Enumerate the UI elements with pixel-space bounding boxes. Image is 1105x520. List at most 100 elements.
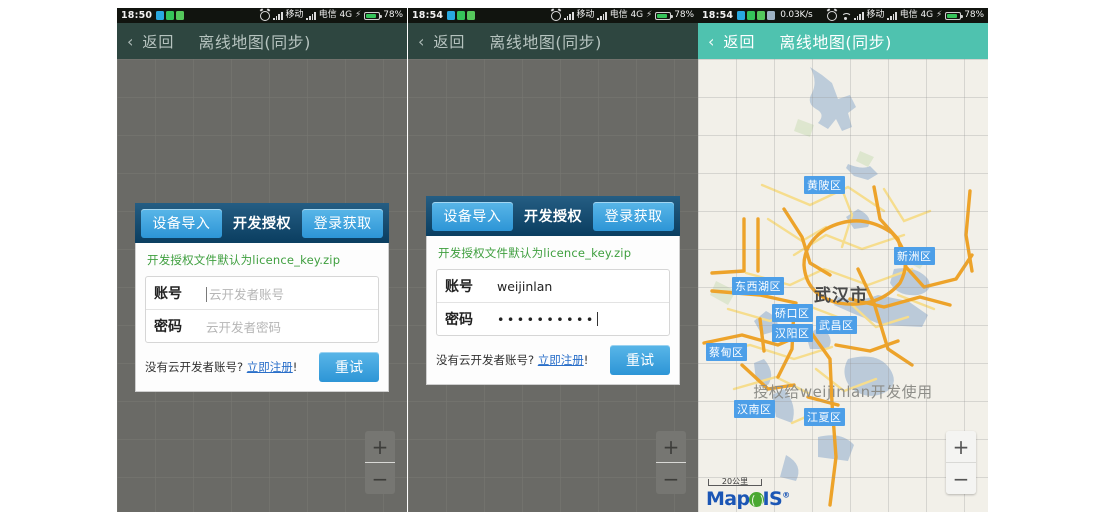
tab-login-fetch[interactable]: 登录获取	[593, 202, 675, 231]
dialog-body: 开发授权文件默认为licence_key.zip 账号 weijinlan 密码…	[426, 236, 680, 385]
app-header: ‹ 返回 离线地图(同步)	[698, 23, 988, 59]
zoom-control[interactable]: + −	[656, 431, 686, 494]
license-hint: 开发授权文件默认为licence_key.zip	[147, 253, 341, 267]
license-watermark: 授权给weijinlan开发使用	[753, 383, 933, 401]
account-label: 账号	[445, 279, 473, 295]
zoom-out-button[interactable]: −	[365, 462, 395, 494]
back-label[interactable]: 返回	[723, 31, 755, 52]
status-time: 18:50	[121, 10, 153, 21]
status-bar: 18:54 0.03K/s 移动 电信 4G ⚡ 78%	[698, 8, 988, 23]
notification-icon-green	[166, 11, 175, 20]
notification-icon-green	[457, 11, 466, 20]
zoom-out-button[interactable]: −	[656, 462, 686, 494]
zoom-in-button[interactable]: +	[946, 431, 976, 462]
account-input[interactable]: weijinlan	[497, 279, 552, 294]
dialog-tabbar: 设备导入 开发授权 登录获取	[135, 203, 389, 243]
dialog-body: 开发授权文件默认为licence_key.zip 账号 云开发者账号 密码 云开…	[135, 243, 389, 392]
status-notification-icons	[447, 11, 476, 20]
password-input[interactable]: 云开发者密码	[206, 317, 281, 336]
zoom-control[interactable]: + −	[946, 431, 976, 494]
license-dialog: 设备导入 开发授权 登录获取 开发授权文件默认为licence_key.zip …	[135, 203, 389, 392]
alarm-icon	[827, 10, 838, 21]
retry-button[interactable]: 重试	[610, 345, 670, 375]
tab-device-import[interactable]: 设备导入	[432, 202, 513, 231]
network-rate-label: 0.03K/s	[780, 10, 813, 20]
account-label: 账号	[154, 286, 182, 302]
dialog-tabbar: 设备导入 开发授权 登录获取	[426, 196, 680, 236]
account-field-row[interactable]: 账号 weijinlan	[437, 270, 669, 302]
retry-button[interactable]: 重试	[319, 352, 379, 382]
map-body: + − 设备导入 开发授权 登录获取 开发授权文件默认为licence_key.…	[408, 59, 698, 512]
tab-login-fetch[interactable]: 登录获取	[302, 209, 384, 238]
status-right-icons: 移动 电信 4G ⚡ 78%	[260, 8, 403, 23]
carrier-1-label: 移动	[866, 10, 885, 20]
globe-icon	[748, 492, 764, 508]
battery-icon	[945, 11, 964, 20]
status-bar: 18:54 移动 电信 4G ⚡ 78%	[408, 8, 698, 23]
district-label-wuchang: 武昌区	[816, 316, 857, 334]
password-field-row[interactable]: 密码 ••••••••••	[437, 302, 669, 335]
dialog-footer: 没有云开发者账号? 立即注册! 重试	[145, 352, 379, 382]
zoom-control[interactable]: + −	[365, 431, 395, 494]
account-field-row[interactable]: 账号 云开发者账号	[146, 277, 378, 309]
register-link[interactable]: 立即注册	[538, 353, 584, 367]
notification-icon-green	[747, 11, 756, 20]
tab-device-import[interactable]: 设备导入	[141, 209, 222, 238]
status-right-icons: 移动 电信 4G ⚡ 78%	[827, 8, 984, 23]
district-label-caidian: 蔡甸区	[706, 343, 747, 361]
zoom-in-button[interactable]: +	[365, 431, 395, 462]
district-label-qiaokou: 硚口区	[772, 304, 813, 322]
map-scale-bar: 20公里	[708, 477, 762, 486]
signal-bars-icon-2	[887, 11, 897, 20]
notification-icon-blue	[737, 11, 746, 20]
phone-panel-3: 18:54 0.03K/s 移动 电信 4G ⚡ 78% ‹ 返回 离线地图(同…	[698, 8, 988, 512]
district-label-dongxihu: 东西湖区	[732, 277, 784, 295]
license-dialog: 设备导入 开发授权 登录获取 开发授权文件默认为licence_key.zip …	[426, 196, 680, 385]
password-label: 密码	[154, 319, 182, 335]
signal-bars-icon-1	[854, 11, 864, 20]
district-label-jiangxia: 江夏区	[804, 408, 845, 426]
tab-dev-authorization[interactable]: 开发授权	[222, 209, 303, 238]
network-type-label: 4G	[339, 10, 353, 20]
carrier-2-label: 电信	[318, 10, 337, 20]
register-prompt: 没有云开发者账号? 立即注册!	[145, 360, 298, 374]
license-hint: 开发授权文件默认为licence_key.zip	[438, 246, 632, 260]
phone-panel-1: 18:50 移动 电信 4G ⚡ 78% ‹ 返回 离线地图(同步) + − 设…	[117, 8, 407, 512]
back-label[interactable]: 返回	[433, 31, 465, 52]
password-input[interactable]: ••••••••••	[497, 311, 598, 327]
charging-bolt-icon: ⚡	[355, 10, 362, 20]
app-header: ‹ 返回 离线地图(同步)	[117, 23, 407, 59]
map-canvas[interactable]: 黄陂区 新洲区 东西湖区 硚口区 汉阳区 武昌区 蔡甸区 汉南区 江夏区 武汉市…	[698, 59, 988, 512]
battery-icon	[655, 11, 674, 20]
signal-bars-icon-1	[273, 11, 283, 20]
back-chevron-icon[interactable]: ‹	[127, 32, 133, 51]
mapgis-logo: Map IS®	[706, 488, 790, 510]
district-label-hannan: 汉南区	[734, 400, 775, 418]
registered-mark: ®	[782, 490, 790, 500]
carrier-1-label: 移动	[576, 10, 595, 20]
account-input[interactable]: 云开发者账号	[206, 284, 284, 303]
tab-dev-authorization[interactable]: 开发授权	[513, 202, 594, 231]
register-link[interactable]: 立即注册	[247, 360, 293, 374]
credentials-fields: 账号 云开发者账号 密码 云开发者密码	[145, 276, 379, 343]
district-label-hanyang: 汉阳区	[772, 324, 813, 342]
alarm-icon	[551, 10, 562, 21]
charging-bolt-icon: ⚡	[936, 10, 943, 20]
status-time: 18:54	[412, 10, 444, 21]
status-time: 18:54	[702, 10, 734, 21]
screenshot-stage: 18:50 移动 电信 4G ⚡ 78% ‹ 返回 离线地图(同步) + − 设…	[0, 0, 1105, 520]
battery-icon	[364, 11, 383, 20]
back-label[interactable]: 返回	[142, 31, 174, 52]
wifi-icon	[840, 12, 851, 20]
back-chevron-icon[interactable]: ‹	[418, 32, 424, 51]
map-body[interactable]: 黄陂区 新洲区 东西湖区 硚口区 汉阳区 武昌区 蔡甸区 汉南区 江夏区 武汉市…	[698, 59, 988, 512]
zoom-out-button[interactable]: −	[946, 462, 976, 494]
dialog-footer: 没有云开发者账号? 立即注册! 重试	[436, 345, 670, 375]
back-chevron-icon[interactable]: ‹	[708, 32, 714, 51]
signal-bars-icon-2	[306, 11, 316, 20]
carrier-2-label: 电信	[609, 10, 628, 20]
district-label-huangpi: 黄陂区	[804, 176, 845, 194]
zoom-in-button[interactable]: +	[656, 431, 686, 462]
password-field-row[interactable]: 密码 云开发者密码	[146, 309, 378, 342]
phone-panel-2: 18:54 移动 电信 4G ⚡ 78% ‹ 返回 离线地图(同步) + − 设…	[408, 8, 698, 512]
